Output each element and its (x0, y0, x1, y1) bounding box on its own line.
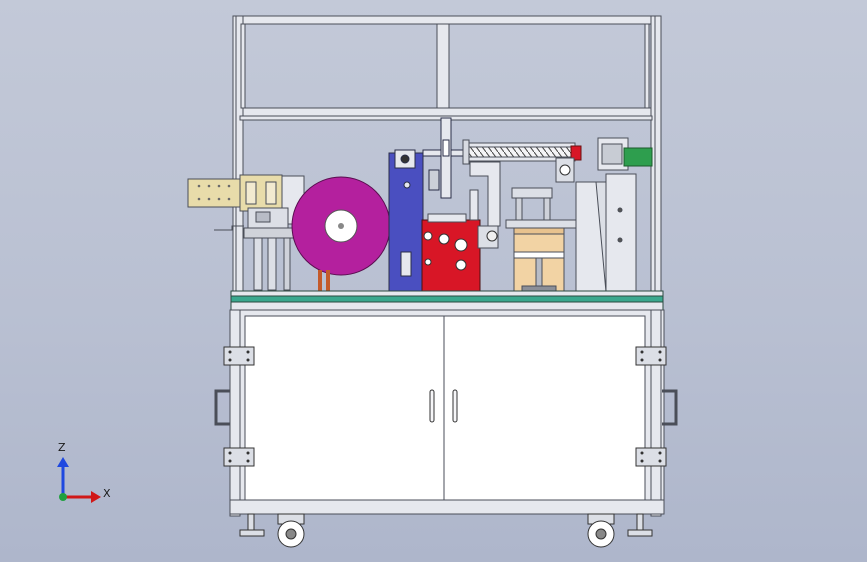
feeding-unit (187, 174, 305, 291)
table-top (230, 290, 664, 311)
triad-icon[interactable] (57, 457, 101, 503)
z-axis-label: Z (58, 441, 66, 454)
red-drive-unit (421, 213, 499, 294)
cad-viewport[interactable]: Z X (0, 0, 867, 562)
machine-model[interactable] (0, 0, 867, 562)
cabinet (229, 309, 665, 517)
material-roll (291, 176, 391, 296)
caster-wheel-icon (277, 513, 615, 548)
x-axis-label: X (103, 487, 111, 500)
